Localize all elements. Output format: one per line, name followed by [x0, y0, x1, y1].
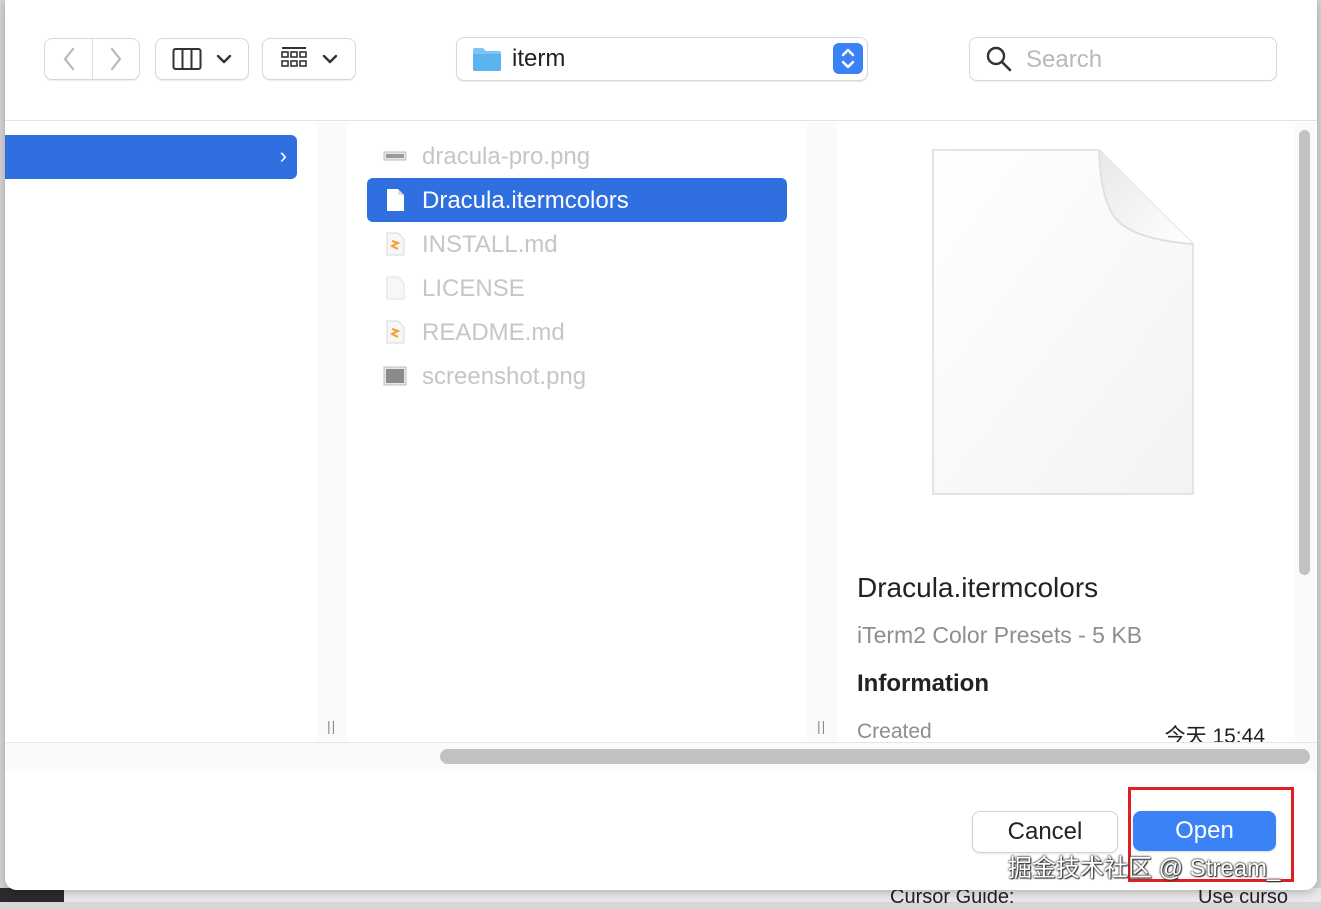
file-row-selected[interactable]: Dracula.itermcolors — [367, 178, 787, 222]
file-row[interactable]: dracula-pro.png — [367, 134, 787, 178]
forward-button[interactable] — [93, 39, 139, 79]
background-window — [0, 888, 1321, 902]
file-name: screenshot.png — [422, 363, 587, 390]
location-label: iterm — [512, 45, 566, 72]
column-resize-handle[interactable]: || — [807, 122, 838, 742]
created-label: Created — [857, 720, 932, 743]
folder-icon — [473, 48, 501, 71]
search-placeholder: Search — [1026, 46, 1103, 73]
chevron-down-icon — [216, 54, 232, 64]
horizontal-scrollbar[interactable] — [5, 742, 1317, 772]
resize-grip-icon: || — [817, 718, 827, 734]
file-name: README.md — [422, 319, 565, 346]
blank-document-icon — [386, 276, 405, 300]
open-file-dialog: iterm Search › || dracula-pro.png Dracul… — [5, 0, 1317, 890]
location-popup[interactable]: iterm — [456, 37, 868, 81]
group-by-button[interactable] — [262, 38, 356, 80]
markdown-file-icon — [386, 232, 405, 256]
parent-column: › — [5, 122, 318, 742]
resize-grip-icon: || — [327, 718, 337, 734]
nav-buttons — [44, 38, 140, 80]
file-name: Dracula.itermcolors — [422, 187, 629, 214]
columns-view-icon — [172, 48, 202, 70]
preview-kind-size: iTerm2 Color Presets - 5 KB — [857, 622, 1143, 648]
file-name: INSTALL.md — [422, 231, 558, 258]
file-row[interactable]: INSTALL.md — [367, 222, 787, 266]
info-heading: Information — [857, 670, 989, 697]
background-dark-area — [0, 888, 64, 902]
chevron-right-icon — [110, 47, 121, 71]
column-resize-handle[interactable]: || — [317, 122, 348, 742]
markdown-file-icon — [386, 320, 405, 344]
grid-group-icon — [281, 47, 307, 67]
location-stepper[interactable] — [833, 43, 863, 74]
vertical-scrollbar[interactable] — [1295, 122, 1315, 742]
preview-column: Dracula.itermcolors iTerm2 Color Presets… — [837, 122, 1285, 748]
chevron-right-icon: › — [279, 143, 287, 168]
document-icon — [387, 189, 404, 211]
search-input[interactable]: Search — [969, 37, 1277, 81]
image-file-icon — [383, 366, 407, 386]
view-mode-button[interactable] — [155, 38, 249, 80]
selected-parent-folder[interactable]: › — [5, 135, 297, 179]
cancel-button[interactable]: Cancel — [972, 811, 1118, 853]
preview-file-name: Dracula.itermcolors — [857, 572, 1099, 603]
horizontal-scroll-thumb[interactable] — [440, 749, 1310, 764]
file-row[interactable]: screenshot.png — [367, 354, 787, 398]
file-list-column: dracula-pro.png Dracula.itermcolors INST… — [347, 122, 807, 742]
file-row[interactable]: README.md — [367, 310, 787, 354]
toolbar: iterm Search — [5, 0, 1317, 121]
up-down-chevron-icon — [841, 48, 855, 69]
document-preview-icon — [932, 149, 1194, 495]
image-file-icon — [383, 151, 407, 161]
file-row[interactable]: LICENSE — [367, 266, 787, 310]
vertical-scroll-thumb[interactable] — [1299, 130, 1310, 575]
chevron-down-icon — [322, 54, 338, 64]
file-name: LICENSE — [422, 275, 525, 302]
file-name: dracula-pro.png — [422, 143, 591, 170]
search-icon — [986, 46, 1012, 72]
column-resize-handle[interactable] — [1285, 122, 1295, 742]
watermark: 掘金技术社区 @ Stream_ — [1008, 855, 1281, 882]
chevron-left-icon — [63, 47, 74, 71]
back-button[interactable] — [46, 39, 93, 79]
